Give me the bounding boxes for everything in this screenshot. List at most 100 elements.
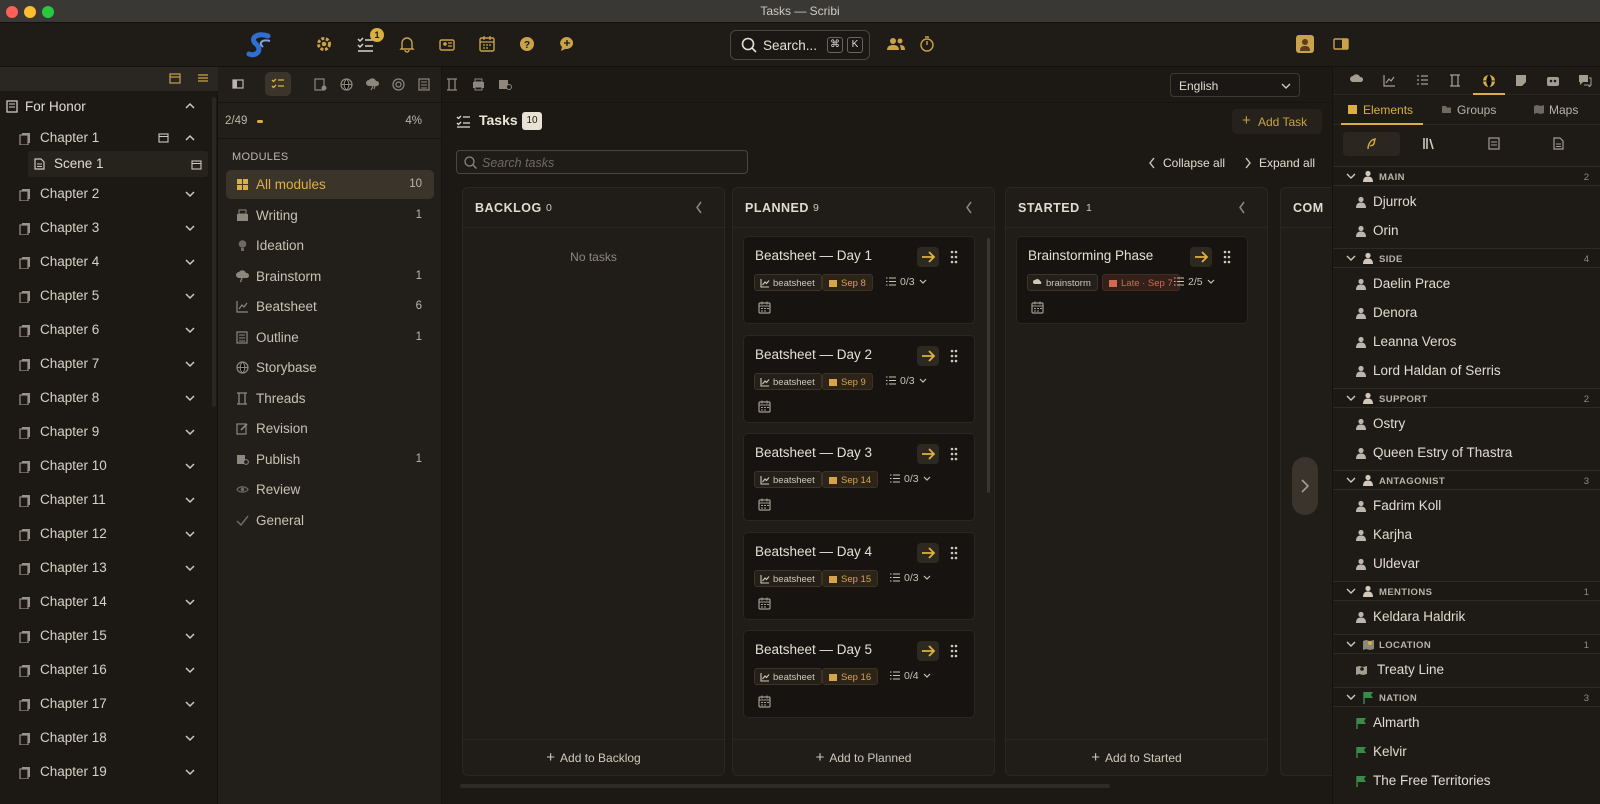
brainstorm-icon[interactable] bbox=[366, 78, 380, 91]
sidebar-scrollbar[interactable] bbox=[212, 97, 216, 407]
subtask-count[interactable]: 0/3 bbox=[886, 375, 927, 387]
element-item[interactable]: Kelvir bbox=[1333, 737, 1600, 766]
chevron-down-icon[interactable] bbox=[185, 291, 195, 301]
arrow-right-icon[interactable] bbox=[917, 247, 939, 267]
scroll-right-button[interactable] bbox=[1292, 457, 1318, 515]
arrow-right-icon[interactable] bbox=[917, 542, 939, 563]
close-window-button[interactable] bbox=[6, 6, 18, 18]
calendar-icon[interactable] bbox=[191, 159, 202, 170]
element-group-header[interactable]: MENTIONS 1 bbox=[1333, 581, 1600, 601]
chevron-down-icon[interactable] bbox=[185, 189, 195, 199]
chevron-down-icon[interactable] bbox=[185, 427, 195, 437]
task-card[interactable]: Beatsheet — Day 1 beatsheet Sep 8 0/3 bbox=[743, 236, 975, 324]
add-to-column-button[interactable]: + Add to Backlog bbox=[463, 739, 724, 775]
element-item[interactable]: Keldara Haldrik bbox=[1333, 602, 1600, 631]
module-item[interactable]: Beatsheet 6 bbox=[226, 292, 434, 321]
module-item[interactable]: Writing 1 bbox=[226, 201, 434, 230]
chapter-row[interactable]: Chapter 13 bbox=[0, 551, 212, 585]
list-icon[interactable] bbox=[1416, 74, 1429, 87]
task-search-input[interactable]: Search tasks bbox=[456, 150, 748, 174]
task-card[interactable]: Beatsheet — Day 2 beatsheet Sep 9 0/3 bbox=[743, 334, 975, 423]
tab-groups[interactable]: Groups bbox=[1441, 95, 1511, 125]
drag-handle-icon[interactable] bbox=[1223, 249, 1231, 265]
subtask-count[interactable]: 2/5 bbox=[1174, 276, 1215, 288]
drag-handle-icon[interactable] bbox=[950, 348, 958, 364]
element-group-header[interactable]: ANTAGONIST 3 bbox=[1333, 470, 1600, 490]
chapter-row[interactable]: Chapter 10 bbox=[0, 449, 212, 483]
board-horizontal-scrollbar[interactable] bbox=[460, 784, 1110, 788]
globe-tab[interactable] bbox=[1473, 67, 1505, 95]
calendar-icon[interactable] bbox=[1031, 301, 1044, 314]
collapse-column-icon[interactable] bbox=[1238, 201, 1246, 214]
calendar-icon[interactable] bbox=[758, 301, 771, 314]
drag-handle-icon[interactable] bbox=[950, 545, 958, 561]
chapter-row[interactable]: Chapter 6 bbox=[0, 313, 212, 347]
calendar-icon[interactable] bbox=[758, 695, 771, 708]
printer-icon[interactable] bbox=[472, 78, 485, 91]
brainstorm-icon[interactable] bbox=[1350, 74, 1364, 87]
element-item[interactable]: Almarth bbox=[1333, 708, 1600, 737]
chapter-row[interactable]: Chapter 15 bbox=[0, 619, 212, 653]
add-to-column-button[interactable]: + Add to Planned bbox=[733, 739, 994, 775]
element-group-header[interactable]: NATION 3 bbox=[1333, 687, 1600, 707]
panel-icon[interactable] bbox=[1332, 35, 1352, 55]
subtask-count[interactable]: 0/3 bbox=[890, 572, 931, 584]
gear-icon[interactable] bbox=[315, 35, 335, 55]
calendar-icon[interactable] bbox=[758, 597, 771, 610]
element-item[interactable]: Daelin Prace bbox=[1333, 269, 1600, 298]
module-item[interactable]: General bbox=[226, 506, 434, 535]
element-item[interactable]: Uldevar bbox=[1333, 549, 1600, 578]
note-icon[interactable] bbox=[314, 78, 327, 91]
element-group-header[interactable]: SIDE 4 bbox=[1333, 248, 1600, 268]
chevron-down-icon[interactable] bbox=[185, 325, 195, 335]
column-scrollbar[interactable] bbox=[987, 238, 990, 493]
element-group-header[interactable]: MAIN 2 bbox=[1333, 166, 1600, 186]
target-icon[interactable] bbox=[392, 78, 405, 91]
module-item[interactable]: Brainstorm 1 bbox=[226, 262, 434, 291]
module-item[interactable]: Revision bbox=[226, 414, 434, 443]
globe-icon[interactable] bbox=[340, 78, 353, 91]
module-item[interactable]: Ideation bbox=[226, 231, 434, 260]
calendar-icon[interactable] bbox=[169, 72, 181, 84]
chevron-down-icon[interactable] bbox=[185, 767, 195, 777]
chapter-row[interactable]: Chapter 11 bbox=[0, 483, 212, 517]
arrow-right-icon[interactable] bbox=[917, 345, 939, 366]
element-group-header[interactable]: LOCATION 1 bbox=[1333, 634, 1600, 654]
chapter-row[interactable]: Chapter 4 bbox=[0, 245, 212, 279]
chapter-row[interactable]: Chapter 5 bbox=[0, 279, 212, 313]
minimize-window-button[interactable] bbox=[24, 6, 36, 18]
subtask-count[interactable]: 0/4 bbox=[890, 670, 931, 682]
chevron-down-icon[interactable] bbox=[185, 665, 195, 675]
module-item[interactable]: Storybase bbox=[226, 353, 434, 382]
arrow-right-icon[interactable] bbox=[1190, 247, 1212, 267]
chat-icon[interactable] bbox=[558, 35, 578, 55]
element-item[interactable]: Orin bbox=[1333, 216, 1600, 245]
filter-library-icon[interactable] bbox=[1423, 137, 1437, 150]
arrow-right-icon[interactable] bbox=[917, 444, 939, 464]
chevron-down-icon[interactable] bbox=[185, 495, 195, 505]
calendar-icon[interactable] bbox=[158, 132, 169, 143]
chapter-row[interactable]: Chapter 7 bbox=[0, 347, 212, 381]
scene-row[interactable]: Scene 1 bbox=[28, 151, 208, 177]
module-item[interactable]: Threads bbox=[226, 384, 434, 413]
chevron-down-icon[interactable] bbox=[185, 223, 195, 233]
avatar-icon[interactable] bbox=[1296, 35, 1314, 53]
chevron-down-icon[interactable] bbox=[185, 631, 195, 641]
chat-icon[interactable] bbox=[1578, 74, 1592, 87]
filter-characters[interactable] bbox=[1343, 132, 1400, 156]
sidebar-toggle-icon[interactable] bbox=[232, 78, 244, 90]
element-item[interactable]: Lord Haldan of Serris bbox=[1333, 356, 1600, 385]
arrow-right-icon[interactable] bbox=[917, 641, 939, 661]
chapter-row[interactable]: Chapter 8 bbox=[0, 381, 212, 415]
chevron-down-icon[interactable] bbox=[185, 733, 195, 743]
element-item[interactable]: Treaty Line bbox=[1333, 655, 1600, 684]
global-search-button[interactable]: Search... ⌘ K bbox=[730, 30, 870, 60]
chevron-down-icon[interactable] bbox=[185, 529, 195, 539]
chapter-row[interactable]: Chapter 12 bbox=[0, 517, 212, 551]
module-item[interactable]: Publish 1 bbox=[226, 445, 434, 474]
robot-icon[interactable] bbox=[1546, 74, 1560, 87]
element-item[interactable]: Leanna Veros bbox=[1333, 327, 1600, 356]
chapter-row[interactable]: Chapter 18 bbox=[0, 721, 212, 755]
subtask-count[interactable]: 0/3 bbox=[886, 276, 927, 288]
chevron-down-icon[interactable] bbox=[185, 461, 195, 471]
